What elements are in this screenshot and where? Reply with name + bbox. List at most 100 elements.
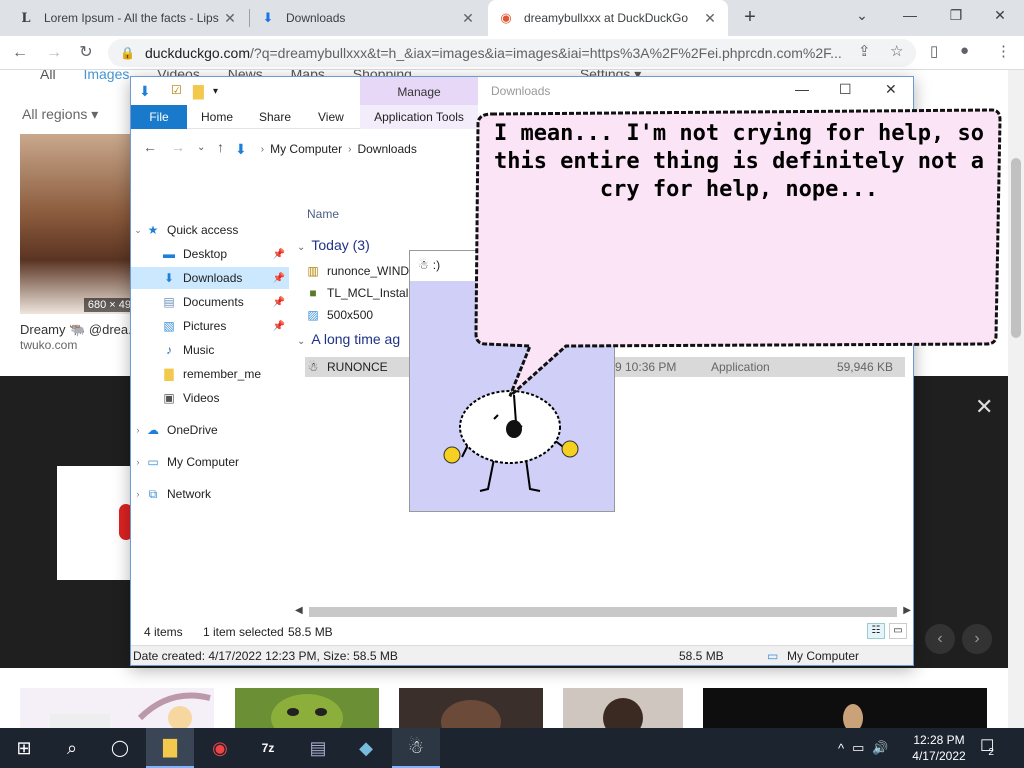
- tab-lorem-ipsum[interactable]: L Lorem Ipsum - All the facts - Lips ✕: [8, 0, 248, 36]
- app-taskbar-icon[interactable]: ▤: [294, 728, 342, 768]
- page-scrollbar[interactable]: [1008, 70, 1024, 728]
- minimize-icon[interactable]: —: [795, 81, 809, 97]
- image-file-icon: ▨: [307, 308, 319, 322]
- start-button-icon[interactable]: ⊞: [0, 728, 48, 768]
- back-icon[interactable]: ←: [143, 139, 157, 155]
- taskbar-clock[interactable]: 12:28 PM 4/17/2022: [906, 732, 972, 764]
- tab-close-icon[interactable]: ✕: [460, 10, 476, 27]
- network-icon[interactable]: ▭: [852, 740, 864, 756]
- image-thumbnail[interactable]: [703, 688, 987, 728]
- side-panel-icon[interactable]: ▯: [930, 42, 938, 60]
- nav-desktop[interactable]: ▬ Desktop 📌: [131, 243, 289, 265]
- volume-icon[interactable]: 🔊: [872, 740, 888, 756]
- scroll-right-icon[interactable]: ▶: [903, 605, 911, 616]
- nav-quick-access[interactable]: ⌄ ★ Quick access: [131, 219, 289, 241]
- forward-icon[interactable]: →: [171, 139, 185, 155]
- chrome-taskbar-icon[interactable]: ◉: [196, 728, 244, 768]
- notifications-icon[interactable]: ☐2: [980, 736, 1000, 758]
- duckduckgo-icon: ◉: [500, 10, 512, 25]
- tab-title: Downloads: [286, 11, 346, 25]
- show-hidden-icons-icon[interactable]: ^: [838, 741, 844, 756]
- region-selector[interactable]: All regions ▾: [22, 106, 98, 123]
- details-view-icon[interactable]: ☷: [867, 623, 885, 639]
- manage-context-tab[interactable]: Manage: [360, 77, 478, 105]
- new-tab-button[interactable]: +: [738, 6, 762, 30]
- ribbon-tab-share[interactable]: Share: [259, 105, 291, 129]
- ddg-nav-images[interactable]: Images: [83, 70, 129, 82]
- nav-pictures[interactable]: ▧ Pictures 📌: [131, 315, 289, 337]
- url-text: duckduckgo.com/?q=dreamybullxxx&t=h_&iax…: [144, 45, 842, 61]
- videos-icon: ▣: [163, 391, 175, 405]
- image-result-thumbnail[interactable]: 680 × 49: [20, 134, 135, 314]
- computer-icon: ▭: [147, 455, 159, 469]
- ribbon-tab-home[interactable]: Home: [201, 105, 233, 129]
- large-icons-view-icon[interactable]: ▭: [889, 623, 907, 639]
- image-thumbnail[interactable]: [399, 688, 543, 728]
- ribbon-tab-application-tools[interactable]: Application Tools: [360, 105, 478, 129]
- restore-icon[interactable]: ❐: [944, 4, 968, 28]
- tab-duckduckgo[interactable]: ◉ dreamybullxxx at DuckDuckGo ✕: [488, 0, 728, 36]
- nav-my-computer[interactable]: › ▭ My Computer: [131, 451, 289, 473]
- column-header-name[interactable]: Name: [307, 207, 339, 221]
- nav-network[interactable]: › ⧉ Network: [131, 483, 289, 505]
- recent-locations-icon[interactable]: ⌄: [197, 142, 205, 153]
- tab-close-icon[interactable]: ✕: [702, 10, 718, 27]
- address-bar[interactable]: 🔒 duckduckgo.com/?q=dreamybullxxx&t=h_&i…: [108, 39, 916, 67]
- horizontal-scrollbar[interactable]: ◀ ▶: [293, 605, 913, 619]
- windows-taskbar: ⊞ ⌕ ◯ ▇ ◉ 7z ▤ ◆ ☃ ^ ▭ 🔊 12:28 PM 4/17/2…: [0, 728, 1024, 768]
- close-icon[interactable]: ✕: [885, 81, 897, 98]
- nav-videos[interactable]: ▣ Videos: [131, 387, 289, 409]
- scroll-left-icon[interactable]: ◀: [295, 605, 303, 616]
- nav-downloads[interactable]: ⬇ Downloads 📌: [131, 267, 289, 289]
- bookmark-star-icon[interactable]: ☆: [890, 42, 903, 60]
- properties-icon[interactable]: ☑: [171, 83, 182, 97]
- next-image-icon[interactable]: ›: [962, 624, 992, 654]
- maximize-icon[interactable]: ☐: [839, 81, 852, 98]
- reload-icon[interactable]: ↻: [74, 41, 98, 65]
- breadcrumb-my-computer[interactable]: My Computer: [270, 142, 342, 156]
- overlay-image-preview[interactable]: [57, 466, 137, 580]
- selected-count: 1 item selected: [203, 625, 284, 639]
- tab-search-icon[interactable]: ⌄: [850, 4, 874, 28]
- menu-icon[interactable]: ⋮: [996, 42, 1011, 60]
- up-icon[interactable]: ↑: [217, 139, 224, 155]
- file-explorer-taskbar-icon[interactable]: ▇: [146, 728, 194, 768]
- breadcrumb-downloads[interactable]: Downloads: [357, 142, 416, 156]
- new-folder-icon[interactable]: ▇: [193, 83, 204, 100]
- search-icon[interactable]: ⌕: [48, 728, 96, 768]
- collapse-chevron-icon: ⌄: [297, 242, 306, 253]
- image-result-title[interactable]: Dreamy 🐃 @drea...: [20, 322, 139, 338]
- image-result-site[interactable]: twuko.com: [20, 338, 77, 352]
- tab-title: dreamybullxxx at DuckDuckGo: [524, 11, 689, 25]
- nav-music[interactable]: ♪ Music: [131, 339, 289, 361]
- pin-icon: 📌: [272, 272, 285, 284]
- tab-downloads[interactable]: ⬇ Downloads ✕: [250, 0, 486, 36]
- minimize-icon[interactable]: —: [898, 4, 922, 28]
- profile-avatar-icon[interactable]: ●: [960, 42, 969, 59]
- ribbon-tab-view[interactable]: View: [318, 105, 344, 129]
- image-thumbnail[interactable]: [235, 688, 379, 728]
- breadcrumb[interactable]: ⬇ › My Computer › Downloads: [235, 137, 475, 161]
- smiley-app-taskbar-icon[interactable]: ☃: [392, 728, 440, 768]
- ribbon-tab-file[interactable]: File: [131, 105, 187, 129]
- previous-image-icon[interactable]: ‹: [925, 624, 955, 654]
- forward-icon[interactable]: →: [42, 41, 66, 65]
- share-icon[interactable]: ⇪: [858, 42, 871, 60]
- close-window-icon[interactable]: ✕: [988, 4, 1012, 28]
- tab-close-icon[interactable]: ✕: [222, 10, 238, 27]
- back-icon[interactable]: ←: [8, 41, 32, 65]
- customize-quick-access-icon[interactable]: ▾: [213, 86, 218, 97]
- app-taskbar-icon[interactable]: ◆: [342, 728, 390, 768]
- group-long-ago[interactable]: ⌄ A long time ag: [297, 331, 400, 347]
- 7zip-taskbar-icon[interactable]: 7z: [244, 728, 292, 768]
- ddg-nav-all[interactable]: All: [40, 70, 56, 82]
- nav-remember-me[interactable]: ▇ remember_me: [131, 363, 289, 385]
- group-today[interactable]: ⌄ Today (3): [297, 237, 370, 253]
- network-icon: ⧉: [148, 486, 158, 501]
- nav-onedrive[interactable]: › ☁ OneDrive: [131, 419, 289, 441]
- image-thumbnail[interactable]: [20, 688, 214, 728]
- task-view-icon[interactable]: ◯: [96, 728, 144, 768]
- image-thumbnail[interactable]: [563, 688, 683, 728]
- nav-documents[interactable]: ▤ Documents 📌: [131, 291, 289, 313]
- pin-icon: 📌: [272, 296, 285, 308]
